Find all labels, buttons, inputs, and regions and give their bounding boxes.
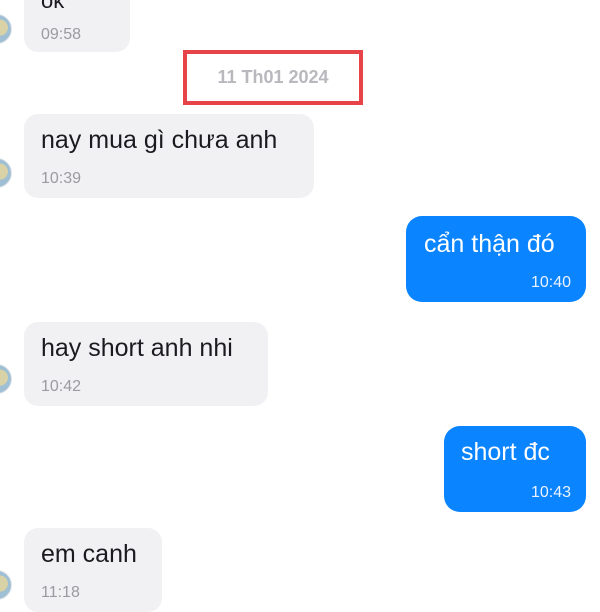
message-text: nay mua gì chưa anh	[41, 126, 278, 154]
date-separator: 11 Th01 2024	[183, 50, 363, 105]
message-text: short đc	[461, 438, 550, 466]
message-time: 10:40	[530, 274, 571, 291]
contact-avatar[interactable]	[0, 14, 12, 44]
message-text: hay short anh nhi	[41, 334, 233, 362]
message-time: 10:42	[41, 378, 82, 395]
outgoing-message-bubble[interactable]: cẩn thận đó 10:40	[406, 216, 586, 302]
outgoing-message-bubble[interactable]: short đc 10:43	[444, 426, 586, 512]
message-time: 09:58	[41, 26, 82, 43]
message-time: 10:43	[530, 484, 571, 501]
incoming-message-bubble[interactable]: ok 09:58	[24, 0, 130, 52]
incoming-message-bubble[interactable]: em canh 11:18	[24, 528, 162, 612]
incoming-message-bubble[interactable]: hay short anh nhi 10:42	[24, 322, 268, 406]
message-text: ok	[41, 0, 65, 13]
message-time: 10:39	[41, 170, 82, 187]
contact-avatar[interactable]	[0, 364, 12, 394]
message-text: cẩn thận đó	[424, 230, 555, 258]
message-text: em canh	[41, 540, 137, 568]
contact-avatar[interactable]	[0, 158, 12, 188]
contact-avatar[interactable]	[0, 570, 12, 600]
message-time: 11:18	[41, 584, 80, 601]
incoming-message-bubble[interactable]: nay mua gì chưa anh 10:39	[24, 114, 314, 198]
date-separator-label: 11 Th01 2024	[217, 67, 329, 87]
